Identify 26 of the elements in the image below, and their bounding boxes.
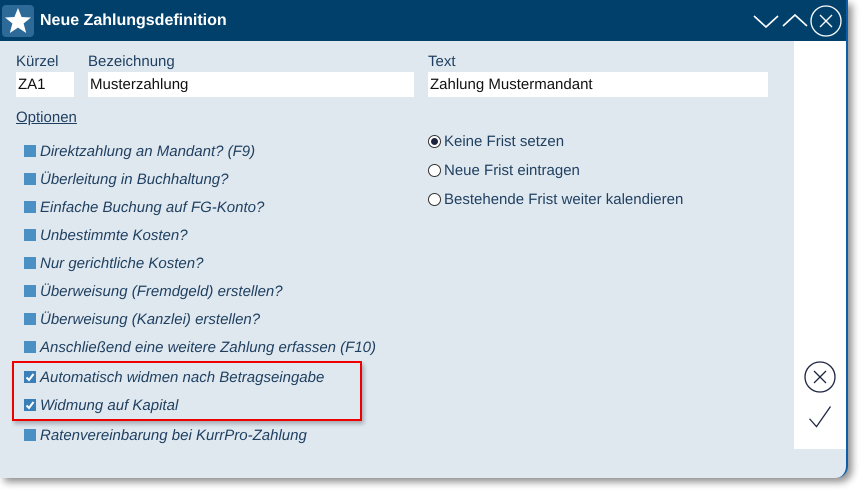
option-checkbox[interactable]: Direktzahlung an Mandant? (F9) (16, 137, 428, 165)
input-field[interactable]: ZA1 (16, 72, 74, 97)
window-title: Neue Zahlungsdefinition (40, 12, 228, 30)
option-checkbox[interactable]: Ratenvereinbarung bei KurrPro-Zahlung (16, 421, 428, 449)
radio-option[interactable]: Neue Frist eintragen (428, 156, 684, 185)
radio-option[interactable]: Keine Frist setzen (428, 127, 684, 156)
check-icon (24, 399, 36, 411)
option-checkbox[interactable]: Nur gerichtliche Kosten? (16, 249, 428, 277)
option-checkbox[interactable]: Anschließend eine weitere Zahlung erfassen (F10) (16, 333, 428, 361)
option-checkbox[interactable]: Überweisung (Kanzlei) erstellen? (16, 305, 428, 333)
check-icon (24, 371, 36, 383)
option-checkbox[interactable]: Überleitung in Buchhaltung? (16, 165, 428, 193)
input-field[interactable]: Musterzahlung (88, 72, 414, 97)
input-field[interactable]: Zahlung Mustermandant (428, 72, 768, 97)
cancel-icon[interactable] (804, 361, 836, 393)
option-checkbox[interactable]: Unbestimmte Kosten? (16, 221, 428, 249)
field-label: Text (428, 53, 457, 70)
option-checkbox[interactable]: Widmung auf Kapital (16, 391, 360, 419)
field-label: Bezeichnung (88, 53, 176, 70)
close-icon[interactable] (810, 4, 842, 36)
options-heading: Optionen (16, 109, 77, 126)
option-checkbox[interactable]: Einfache Buchung auf FG-Konto? (16, 193, 428, 221)
field-label: Kürzel (16, 53, 60, 70)
radio-option[interactable]: Bestehende Frist weiter kalendieren (428, 185, 684, 214)
option-checkbox[interactable]: Automatisch widmen nach Betragseingabe (16, 363, 360, 391)
option-checkbox[interactable]: Überweisung (Fremdgeld) erstellen? (16, 277, 428, 305)
